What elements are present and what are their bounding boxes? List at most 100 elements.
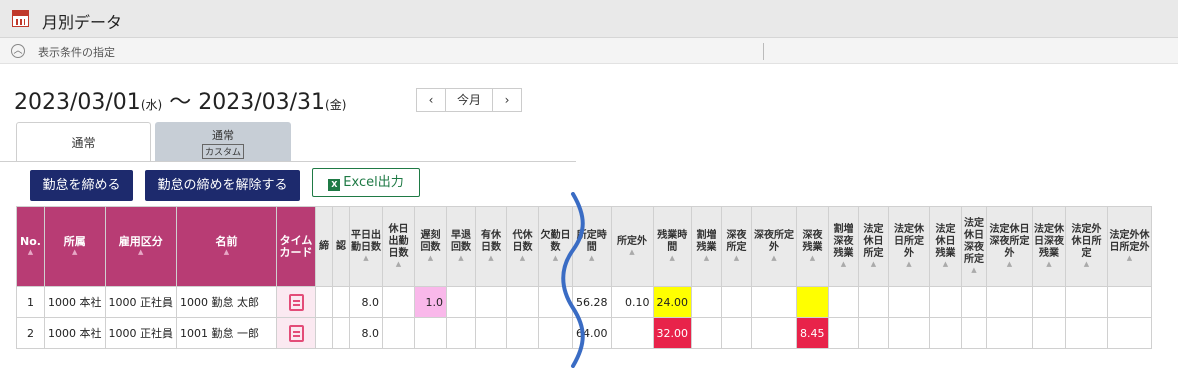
- close-attendance-button[interactable]: 勤怠を締める: [30, 170, 133, 201]
- col-name[interactable]: 名前 ▲: [176, 206, 277, 287]
- timecard-icon[interactable]: [288, 324, 304, 342]
- cell-empty: [858, 317, 889, 349]
- cell-emp-type: 1000 正社員: [104, 286, 177, 318]
- cell-non-scheduled: [610, 317, 654, 349]
- cell-overtime-hours: 24.00: [652, 286, 692, 318]
- cell-name: 1001 勤怠 一郎: [176, 317, 277, 349]
- col-non-legal-holiday-scheduled[interactable]: 法定外休日所定 ▲: [1065, 206, 1108, 287]
- end-date: 2023/03/31: [198, 90, 326, 115]
- cell-empty: [858, 286, 889, 318]
- tab-label: 通常: [212, 129, 234, 142]
- col-weekday-days[interactable]: 平日出勤日数 ▲: [349, 206, 383, 287]
- wave-break-marker: [561, 192, 585, 368]
- col-late-night-non-scheduled[interactable]: 深夜所定外 ▲: [751, 206, 797, 287]
- col-early-leave-count[interactable]: 早退回数 ▲: [446, 206, 476, 287]
- col-premium-late-night-overtime[interactable]: 割増深夜残業 ▲: [828, 206, 859, 287]
- cell-comp-leave: [506, 317, 539, 349]
- date-range: 2023/03/01(水) 〜 2023/03/31(金): [14, 84, 346, 116]
- col-legal-holiday-non-scheduled[interactable]: 法定休日所定外 ▲: [888, 206, 930, 287]
- cell-late-night-non-scheduled: [751, 286, 797, 318]
- divider: [763, 43, 764, 60]
- col-late-night-overtime[interactable]: 深夜残業 ▲: [796, 206, 829, 287]
- calendar-icon: [12, 10, 29, 27]
- col-overtime-hours[interactable]: 残業時間 ▲: [652, 206, 692, 287]
- cell-holiday-days: [382, 286, 415, 318]
- cell-late-count: [414, 317, 447, 349]
- cell-empty: [929, 317, 962, 349]
- excel-icon: X: [328, 179, 341, 191]
- cell-late-night-scheduled: [721, 317, 752, 349]
- cell-empty: [961, 286, 987, 318]
- end-weekday: (金): [325, 98, 347, 112]
- cell-late-night-overtime: 8.45: [796, 317, 829, 349]
- col-legal-holiday-overtime[interactable]: 法定休日残業 ▲: [929, 206, 962, 287]
- cell-empty: [1107, 317, 1152, 349]
- start-date: 2023/03/01: [14, 90, 141, 115]
- cell-late-night-scheduled: [721, 286, 752, 318]
- cell-name: 1000 勤怠 太郎: [176, 286, 277, 318]
- col-paid-leave-days[interactable]: 有休日数 ▲: [475, 206, 507, 287]
- col-timecard: タイムカード: [276, 206, 316, 287]
- col-legal-holiday-late-night-non-scheduled[interactable]: 法定休日深夜所定外 ▲: [986, 206, 1033, 287]
- cell-empty: [929, 286, 962, 318]
- cell-empty: [1032, 286, 1066, 318]
- col-legal-holiday-late-night-overtime[interactable]: 法定休日深夜残業 ▲: [1032, 206, 1066, 287]
- cell-empty: [1107, 286, 1152, 318]
- next-month-button[interactable]: ›: [493, 89, 521, 111]
- excel-label: Excel出力: [343, 175, 404, 190]
- cell-empty: [986, 317, 1033, 349]
- excel-export-button[interactable]: X Excel出力: [312, 168, 420, 197]
- conditions-label[interactable]: 表示条件の指定: [38, 44, 115, 60]
- chevron-up-icon[interactable]: ︿: [11, 44, 25, 58]
- col-late-count[interactable]: 遅刻回数 ▲: [414, 206, 447, 287]
- cell-weekday-days: 8.0: [349, 286, 383, 318]
- cell-overtime-hours: 32.00: [652, 317, 692, 349]
- col-holiday-days[interactable]: 休日出勤日数 ▲: [382, 206, 415, 287]
- cell-empty: [986, 286, 1033, 318]
- cell-empty: [828, 317, 859, 349]
- col-no[interactable]: No. ▲: [16, 206, 45, 287]
- cell-late-count: 1.0: [414, 286, 447, 318]
- col-comp-leave-days[interactable]: 代休日数 ▲: [506, 206, 539, 287]
- cell-non-scheduled: 0.10: [610, 286, 654, 318]
- col-emp-type[interactable]: 雇用区分 ▲: [104, 206, 177, 287]
- cell-paid-leave: [475, 286, 507, 318]
- page-title: 月別データ: [42, 13, 123, 32]
- cell-paid-leave: [475, 317, 507, 349]
- cell-comp-leave: [506, 286, 539, 318]
- col-approved: 認: [332, 206, 350, 287]
- cell-approved: [332, 286, 350, 318]
- cell-premium-overtime: [691, 286, 722, 318]
- this-month-button[interactable]: 今月: [445, 89, 493, 111]
- col-late-night-scheduled[interactable]: 深夜所定 ▲: [721, 206, 752, 287]
- cell-empty: [961, 317, 987, 349]
- conditions-bar[interactable]: ︿ 表示条件の指定: [0, 38, 1178, 64]
- col-non-scheduled[interactable]: 所定外 ▲: [610, 206, 654, 287]
- timecard-icon[interactable]: [288, 293, 304, 311]
- month-nav: ‹ 今月 ›: [416, 88, 522, 112]
- col-non-legal-holiday-non-scheduled[interactable]: 法定外休日所定外 ▲: [1107, 206, 1152, 287]
- tab-divider: [0, 161, 576, 162]
- cell-closed: [315, 286, 333, 318]
- prev-month-button[interactable]: ‹: [417, 89, 445, 111]
- cell-premium-overtime: [691, 317, 722, 349]
- unclose-attendance-button[interactable]: 勤怠の締めを解除する: [145, 170, 300, 201]
- tab-normal-custom[interactable]: 通常 カスタム: [155, 122, 291, 162]
- cell-early-leave: [446, 286, 476, 318]
- cell-timecard[interactable]: [276, 317, 316, 349]
- cell-dept: 1000 本社: [44, 286, 106, 318]
- col-legal-holiday-scheduled[interactable]: 法定休日所定 ▲: [858, 206, 889, 287]
- cell-holiday-days: [382, 317, 415, 349]
- cell-empty: [888, 317, 930, 349]
- cell-weekday-days: 8.0: [349, 317, 383, 349]
- cell-empty: [828, 286, 859, 318]
- tab-normal[interactable]: 通常: [16, 122, 151, 162]
- cell-empty: [1032, 317, 1066, 349]
- cell-empty: [888, 286, 930, 318]
- col-dept[interactable]: 所属 ▲: [44, 206, 106, 287]
- cell-timecard[interactable]: [276, 286, 316, 318]
- range-separator: 〜: [169, 90, 192, 115]
- cell-closed: [315, 317, 333, 349]
- col-premium-overtime[interactable]: 割増残業 ▲: [691, 206, 722, 287]
- col-legal-holiday-late-night-scheduled[interactable]: 法定休日深夜所定 ▲: [961, 206, 987, 287]
